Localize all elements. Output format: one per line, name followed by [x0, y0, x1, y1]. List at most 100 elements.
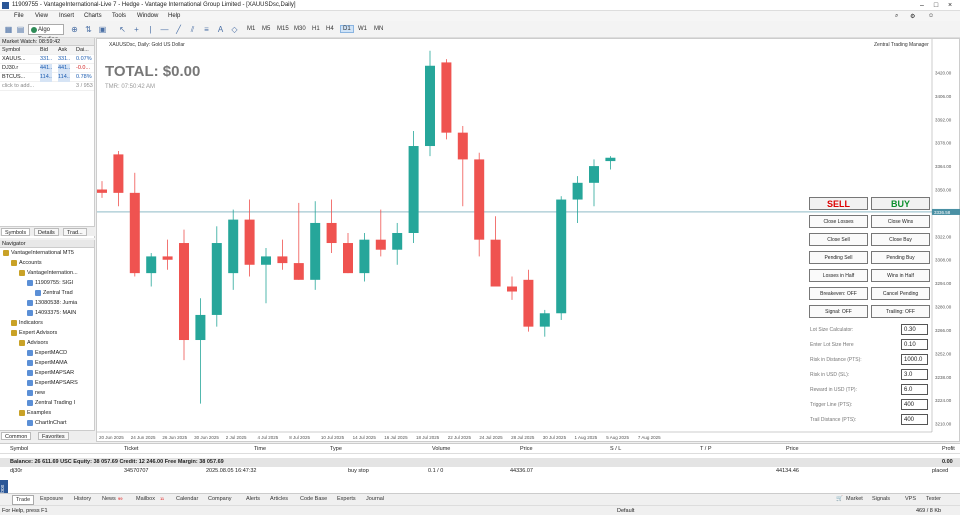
breakeven-toggle[interactable]: Breakeven: OFF: [809, 287, 868, 300]
nav-item[interactable]: VantageInternational MT5: [0, 248, 94, 258]
risk-usd-input[interactable]: 3.0: [901, 369, 928, 380]
col-time[interactable]: Time: [254, 446, 266, 452]
tab-trading[interactable]: Trad...: [63, 228, 87, 236]
losses-in-half-button[interactable]: Losses in Half: [809, 269, 868, 282]
vertical-line-icon[interactable]: |: [146, 25, 155, 34]
trendline-icon[interactable]: ╱: [174, 25, 183, 34]
col-symbol[interactable]: Symbol: [2, 46, 30, 55]
profiles-icon[interactable]: ▤: [16, 25, 25, 34]
close-sell-button[interactable]: Close Sell: [809, 233, 868, 246]
nav-item[interactable]: new: [0, 388, 94, 398]
tab-calendar[interactable]: Calendar: [176, 496, 198, 502]
lot-size-input[interactable]: 0.10: [901, 339, 928, 350]
market-watch-row[interactable]: DJ30.r 441... 441... -0.0...: [0, 64, 94, 73]
col-volume[interactable]: Volume: [432, 446, 450, 452]
market-watch-row[interactable]: XAUUS... 331... 331... 0.07%: [0, 55, 94, 64]
buy-button[interactable]: BUY: [871, 197, 930, 210]
close-icon[interactable]: ×: [944, 1, 956, 10]
algo-trading-button[interactable]: Algo Trading: [28, 24, 64, 43]
tab-common[interactable]: Common: [1, 432, 32, 440]
shapes-icon[interactable]: ◇: [230, 25, 239, 34]
tab-news[interactable]: News: [102, 496, 116, 502]
channel-icon[interactable]: ⫽: [188, 25, 197, 34]
col-type[interactable]: Type: [330, 446, 342, 452]
nav-item[interactable]: ChartInChart: [0, 418, 94, 428]
menu-window[interactable]: Window: [137, 13, 158, 19]
tab-signals[interactable]: Signals: [872, 496, 890, 502]
tab-mailbox[interactable]: Mailbox: [136, 496, 155, 502]
nav-item[interactable]: Examples: [0, 408, 94, 418]
account-icon[interactable]: ☺: [928, 13, 934, 19]
maximize-icon[interactable]: □: [930, 1, 942, 10]
sell-button[interactable]: SELL: [809, 197, 868, 210]
tab-articles[interactable]: Articles: [270, 496, 288, 502]
menu-charts[interactable]: Charts: [84, 13, 102, 19]
nav-item[interactable]: Indicators: [0, 318, 94, 328]
fibonacci-icon[interactable]: ≡: [202, 25, 211, 34]
nav-item[interactable]: ExpertMAMA: [0, 358, 94, 368]
nav-item[interactable]: 13080538: Jumia: [0, 298, 94, 308]
tab-symbols[interactable]: Symbols: [1, 228, 31, 236]
tf-m5[interactable]: M5: [262, 26, 270, 32]
tab-details[interactable]: Details: [34, 228, 59, 236]
wins-in-half-button[interactable]: Wins in Half: [871, 269, 930, 282]
menu-tools[interactable]: Tools: [112, 13, 126, 19]
tf-w1[interactable]: W1: [358, 26, 367, 32]
col-tp[interactable]: T / P: [700, 446, 712, 452]
tf-m1[interactable]: M1: [247, 26, 255, 32]
add-symbol-row[interactable]: click to add... 3 / 953: [0, 82, 94, 91]
nav-item[interactable]: ExpertMACD: [0, 348, 94, 358]
col-bid[interactable]: Bid: [40, 46, 52, 55]
col-profit[interactable]: Profit: [942, 446, 955, 452]
trail-distance-input[interactable]: 400: [901, 414, 928, 425]
quotes-icon[interactable]: ⇅: [84, 25, 93, 34]
profile-name[interactable]: Default: [617, 508, 634, 514]
cursor-icon[interactable]: ↖: [118, 25, 127, 34]
tab-exposure[interactable]: Exposure: [40, 496, 63, 502]
menu-insert[interactable]: Insert: [59, 13, 74, 19]
text-icon[interactable]: A: [216, 25, 225, 34]
close-buy-button[interactable]: Close Buy: [871, 233, 930, 246]
nav-item[interactable]: Expert Advisors: [0, 328, 94, 338]
close-losses-button[interactable]: Close Losses: [809, 215, 868, 228]
pending-sell-button[interactable]: Pending Sell: [809, 251, 868, 264]
col-sl[interactable]: S / L: [610, 446, 621, 452]
minimize-icon[interactable]: –: [916, 1, 928, 10]
tab-alerts[interactable]: Alerts: [246, 496, 260, 502]
nav-item[interactable]: Zentral Trading I: [0, 398, 94, 408]
tf-m15[interactable]: M15: [277, 26, 289, 32]
chart-window[interactable]: 3420.00 3406.00 3392.00 3378.00 3364.00 3350.…: [96, 38, 960, 442]
col-current-price[interactable]: Price: [786, 446, 799, 452]
tab-favorites[interactable]: Favorites: [38, 432, 69, 440]
nav-item[interactable]: ExpertMAPSAR: [0, 368, 94, 378]
tf-d1[interactable]: D1: [340, 25, 354, 33]
new-chart-icon[interactable]: ▦: [4, 25, 13, 34]
signal-toggle[interactable]: Signal: OFF: [809, 305, 868, 318]
tf-h1[interactable]: H1: [312, 26, 320, 32]
nav-item[interactable]: Accounts: [0, 258, 94, 268]
settings-icon[interactable]: ⚙: [910, 13, 915, 20]
cancel-pending-button[interactable]: Cancel Pending: [871, 287, 930, 300]
menu-file[interactable]: File: [14, 13, 24, 19]
trailing-toggle[interactable]: Trailing: OFF: [871, 305, 930, 318]
crosshair-icon[interactable]: +: [132, 25, 141, 34]
tf-h4[interactable]: H4: [326, 26, 334, 32]
pending-buy-button[interactable]: Pending Buy: [871, 251, 930, 264]
tab-company[interactable]: Company: [208, 496, 232, 502]
nav-item[interactable]: 11909755: SIGI: [0, 278, 94, 288]
chart-window-icon[interactable]: ▣: [98, 25, 107, 34]
menu-help[interactable]: Help: [168, 13, 180, 19]
nav-item[interactable]: ExpertMAPSARS: [0, 378, 94, 388]
tab-vps[interactable]: VPS: [905, 496, 916, 502]
tf-mn[interactable]: MN: [374, 26, 383, 32]
nav-item[interactable]: 14093375: MAIN: [0, 308, 94, 318]
tf-m30[interactable]: M30: [294, 26, 306, 32]
horizontal-line-icon[interactable]: —: [160, 25, 169, 34]
table-row[interactable]: dj30r 34570707 2025.08.05 16:47:32 buy s…: [0, 467, 960, 476]
col-ask[interactable]: Ask: [58, 46, 70, 55]
menu-view[interactable]: View: [35, 13, 48, 19]
tab-trade[interactable]: Trade: [12, 495, 35, 505]
tab-history[interactable]: History: [74, 496, 91, 502]
market-watch-row[interactable]: BTCUS... 114... 114... 0.78%: [0, 73, 94, 82]
trigger-line-input[interactable]: 400: [901, 399, 928, 410]
